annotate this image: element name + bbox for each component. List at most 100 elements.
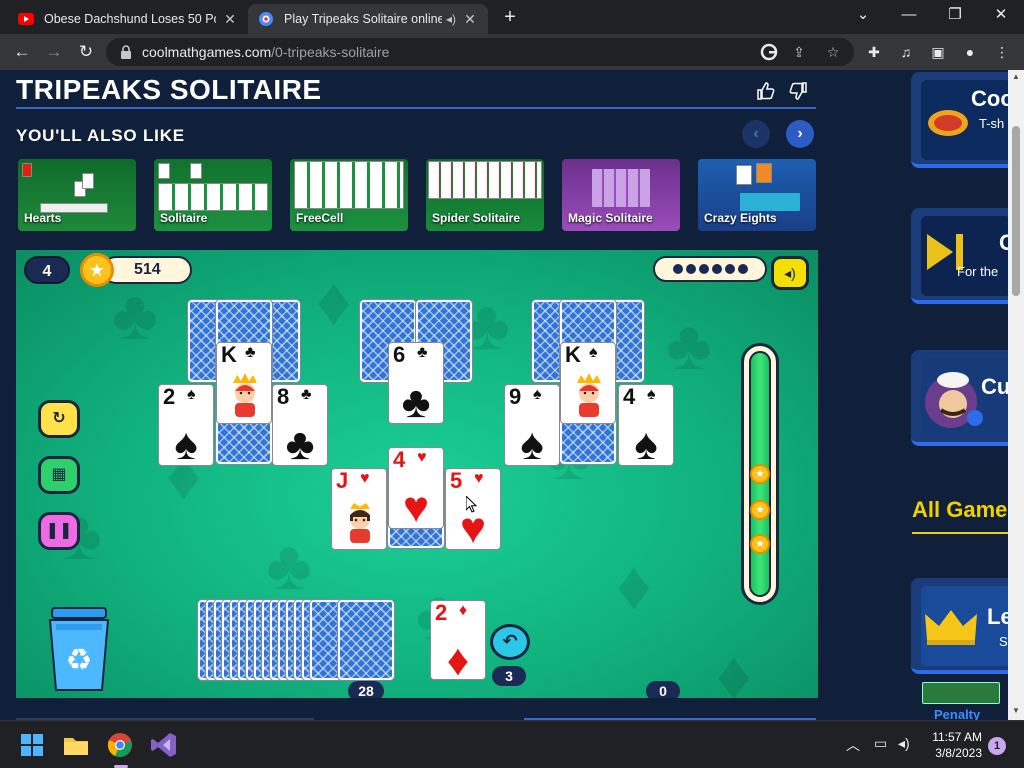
card-9-spades[interactable]: 9 ♠ ♠ xyxy=(504,384,560,466)
minimize-button[interactable]: — xyxy=(886,4,932,26)
all-games-heading[interactable]: All Game xyxy=(912,497,1007,523)
address-bar[interactable]: coolmathgames.com/0-tripeaks-solitaire ⇪… xyxy=(106,38,854,66)
restart-button[interactable]: ↻ xyxy=(38,400,80,438)
thumbs-down-icon[interactable] xyxy=(788,80,810,102)
all-games-underline xyxy=(912,532,1008,534)
windows-taskbar: ︿ ▭ ◂) 11:57 AM 3/8/2023 1 xyxy=(0,720,1024,768)
carousel-next-button[interactable]: › xyxy=(786,120,814,148)
tab-youtube[interactable]: Obese Dachshund Loses 50 Pour ✕ xyxy=(8,4,248,34)
card-6-clubs[interactable]: 6 ♣ ♣ xyxy=(388,342,444,424)
card-k-spades[interactable]: K ♠ xyxy=(560,342,616,424)
file-explorer-icon[interactable] xyxy=(62,731,90,759)
reload-icon[interactable]: ↻ xyxy=(74,40,98,64)
tab-search-icon[interactable]: ⌄ xyxy=(840,4,886,26)
title-divider xyxy=(16,107,816,109)
streak-dot xyxy=(737,264,748,274)
scroll-down-icon[interactable]: ▼ xyxy=(1008,706,1024,715)
king-face-icon xyxy=(577,373,601,417)
promo-title: C xyxy=(999,230,1008,256)
windows-start-icon[interactable] xyxy=(18,731,46,759)
chrome-icon[interactable] xyxy=(106,731,134,759)
restore-button[interactable]: ❐ xyxy=(932,4,978,26)
rec-magic-solitaire[interactable]: Magic Solitaire xyxy=(562,159,680,231)
bookmark-star-icon[interactable]: ☆ xyxy=(824,43,842,61)
tab-title: Obese Dachshund Loses 50 Pour xyxy=(44,12,216,26)
promo-subtitle: S xyxy=(999,634,1008,649)
chef-character-icon xyxy=(925,372,983,428)
card-rank: 2 xyxy=(435,600,448,625)
card-j-hearts[interactable]: J ♥ xyxy=(331,468,387,550)
google-icon[interactable] xyxy=(760,43,778,61)
card-rank: K xyxy=(565,342,581,367)
score-display: 514 xyxy=(102,256,192,284)
chevron-up-icon[interactable]: ︿ xyxy=(846,735,860,755)
promo-subtitle: T-sh xyxy=(979,116,1005,131)
card-suit: ♠ xyxy=(647,386,656,403)
rec-solitaire[interactable]: Solitaire xyxy=(154,159,272,231)
crown-icon xyxy=(925,610,977,645)
promo-coolmath-merch[interactable]: Coo T-sh xyxy=(911,72,1008,168)
carousel-prev-button[interactable]: ‹ xyxy=(742,120,770,148)
visual-studio-icon[interactable] xyxy=(150,731,178,759)
pause-button[interactable]: ❚❚ xyxy=(38,512,80,550)
clock[interactable]: 11:57 AM 3/8/2023 xyxy=(926,729,982,761)
profile-icon[interactable]: ● xyxy=(960,42,980,62)
volume-icon[interactable]: ◂) xyxy=(898,735,910,752)
card-suit-large: ♠ xyxy=(634,420,658,466)
bonus-count: 0 xyxy=(646,681,680,698)
stock-pile-top[interactable] xyxy=(337,599,395,681)
rec-crazy-eights[interactable]: Crazy Eights xyxy=(698,159,816,231)
card-8-clubs[interactable]: 8 ♣ ♣ xyxy=(272,384,328,466)
menu-grid-button[interactable]: ▦ xyxy=(38,456,80,494)
rec-label: Solitaire xyxy=(160,211,208,225)
back-icon[interactable]: ← xyxy=(10,40,34,64)
share-icon[interactable]: ⇪ xyxy=(790,43,808,61)
thumbs-up-icon[interactable] xyxy=(754,80,776,102)
rec-label: Hearts xyxy=(24,211,62,225)
recycle-bin-icon[interactable]: ♻ xyxy=(44,604,114,694)
scroll-up-icon[interactable]: ▲ xyxy=(1008,72,1024,81)
promo-title: Cu xyxy=(981,374,1008,399)
menu-icon[interactable]: ⋮ xyxy=(992,42,1012,62)
undo-button[interactable]: ↶ xyxy=(490,624,530,660)
extensions-icon[interactable]: ✚ xyxy=(864,42,884,62)
rec-freecell[interactable]: FreeCell xyxy=(290,159,408,231)
tab-bar: Obese Dachshund Loses 50 Pour ✕ Play Tri… xyxy=(0,0,1024,34)
speaker-icon[interactable]: ◂) xyxy=(446,12,456,26)
sound-toggle-button[interactable]: ◂) xyxy=(771,256,809,290)
card-suit: ♠ xyxy=(187,386,196,403)
tripeaks-game[interactable]: ♣ ♦ ♣ ♣ ♦ ♣ ♣ ♦ ♣ ♣ ♦ 4 514 ★ ◂) ↻ ▦ ❚❚ xyxy=(16,250,818,698)
network-icon[interactable]: ▭ xyxy=(874,735,887,752)
page-scrollbar[interactable]: ▲ ▼ xyxy=(1008,70,1024,720)
svg-text:♻: ♻ xyxy=(66,643,93,678)
media-control-icon[interactable]: ♫ xyxy=(896,42,916,62)
promo-chef-game[interactable]: Cu xyxy=(911,350,1008,446)
close-tab-icon[interactable]: ✕ xyxy=(462,11,478,28)
close-window-button[interactable]: ✕ xyxy=(978,4,1024,26)
promo-leaderboard[interactable]: Le S xyxy=(911,578,1008,674)
new-tab-button[interactable]: + xyxy=(498,6,522,30)
card-k-clubs[interactable]: K ♣ xyxy=(216,342,272,424)
card-4-spades[interactable]: 4 ♠ ♠ xyxy=(618,384,674,466)
side-panel-icon[interactable]: ▣ xyxy=(928,42,948,62)
card-suit-large: ♣ xyxy=(285,420,315,466)
forward-icon[interactable]: → xyxy=(42,40,66,64)
promo-video[interactable]: C For the xyxy=(911,208,1008,304)
card-suit: ♥ xyxy=(360,470,370,487)
close-tab-icon[interactable]: ✕ xyxy=(222,11,238,28)
card-rank: 9 xyxy=(509,384,522,409)
penalty-thumbnail[interactable] xyxy=(922,682,1000,704)
card-4-hearts[interactable]: 4 ♥ ♥ xyxy=(388,447,444,529)
scrollbar-thumb[interactable] xyxy=(1012,126,1020,296)
tab-tripeaks[interactable]: Play Tripeaks Solitaire online ◂) ✕ xyxy=(248,4,488,34)
card-suit: ♠ xyxy=(533,386,542,403)
url-host: coolmathgames.com xyxy=(142,44,272,60)
rec-hearts[interactable]: Hearts xyxy=(18,159,136,231)
rec-spider-solitaire[interactable]: Spider Solitaire xyxy=(426,159,544,231)
card-2-spades[interactable]: 2 ♠ ♠ xyxy=(158,384,214,466)
penalty-link[interactable]: Penalty xyxy=(934,707,980,720)
card-suit-large: ♠ xyxy=(520,420,544,466)
star-meter: ★ ★ ★ xyxy=(741,343,779,605)
tab-title: Play Tripeaks Solitaire online xyxy=(284,12,442,26)
notification-badge[interactable]: 1 xyxy=(988,737,1006,755)
